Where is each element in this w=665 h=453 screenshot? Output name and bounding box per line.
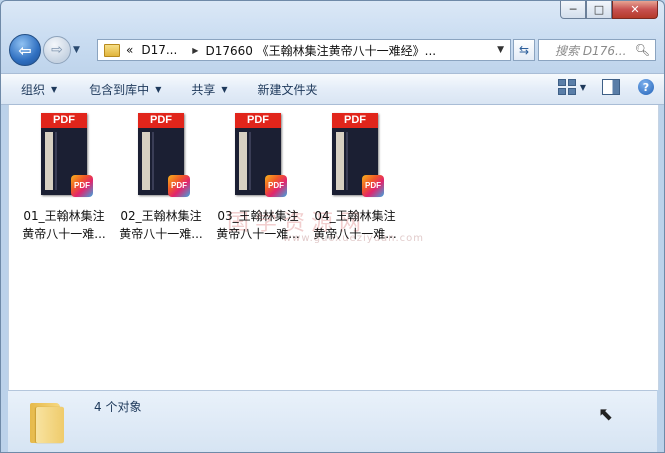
minimize-button[interactable]: ─ — [560, 1, 586, 19]
file-name-line2: 黄帝八十一难... — [216, 227, 300, 241]
nav-buttons: ⇦ ⇨ ▼ — [9, 34, 80, 66]
help-icon[interactable]: ? — [638, 79, 654, 95]
file-name: 01_王翰林集注 黄帝八十一难... — [17, 207, 111, 243]
folder-icon — [104, 43, 120, 57]
pdf-app-badge-icon: PDF — [362, 175, 384, 197]
forward-button[interactable]: ⇨ — [43, 36, 71, 64]
breadcrumb-overflow[interactable]: « — [126, 43, 133, 57]
back-arrow-icon: ⇦ — [18, 40, 32, 60]
chevron-down-icon: ▼ — [155, 84, 162, 94]
file-list[interactable]: 国学资源网 www.guoxueziyuan.com PDF PDF 01_王翰… — [8, 105, 659, 390]
refresh-icon: ⇆ — [518, 43, 530, 57]
pdf-app-badge-icon: PDF — [168, 175, 190, 197]
pdf-file-icon: PDF PDF — [41, 113, 93, 197]
file-name-line1: 04_王翰林集注 — [314, 209, 396, 223]
change-view-icon[interactable] — [557, 79, 576, 95]
explorer-window: ─ □ ✕ ⇦ ⇨ ▼ « D17... ▶ D17660 《王翰林集注黄帝八十… — [0, 0, 665, 453]
pdf-label: PDF — [138, 113, 184, 128]
share-button[interactable]: 共享 ▼ — [173, 81, 239, 98]
file-name: 02_王翰林集注 黄帝八十一难... — [114, 207, 208, 243]
file-item[interactable]: PDF PDF 03_王翰林集注 黄帝八十一难... — [211, 113, 305, 243]
file-name-line1: 02_王翰林集注 — [120, 209, 202, 223]
new-folder-button[interactable]: 新建文件夹 — [240, 81, 330, 98]
breadcrumb-item-current[interactable]: D17660 《王翰林集注黄帝八十一难经》... — [205, 42, 436, 59]
file-item[interactable]: PDF PDF 01_王翰林集注 黄帝八十一难... — [17, 113, 111, 243]
chevron-right-icon[interactable]: ▶ — [192, 46, 198, 55]
file-item[interactable]: PDF PDF 04_王翰林集注 黄帝八十一难... — [308, 113, 402, 243]
file-item[interactable]: PDF PDF 02_王翰林集注 黄帝八十一难... — [114, 113, 208, 243]
forward-arrow-icon: ⇨ — [51, 42, 63, 58]
organize-label: 组织 — [21, 82, 46, 97]
caption-buttons: ─ □ ✕ — [560, 1, 658, 19]
file-name-line2: 黄帝八十一难... — [313, 227, 397, 241]
chevron-down-icon: ▼ — [51, 84, 58, 94]
include-in-library-button[interactable]: 包含到库中 ▼ — [69, 81, 173, 98]
maximize-button[interactable]: □ — [586, 1, 612, 19]
command-bar: 组织 ▼ 包含到库中 ▼ 共享 ▼ 新建文件夹 ▼ ? — [1, 73, 664, 105]
details-pane: 4 个对象 ⬉ — [8, 390, 657, 452]
address-dropdown-icon[interactable]: ▼ — [497, 45, 504, 55]
toolbar-right: ▼ ? — [557, 79, 654, 95]
pdf-label: PDF — [235, 113, 281, 128]
recent-pages-dropdown-icon[interactable]: ▼ — [73, 45, 80, 55]
folder-icon — [30, 399, 64, 443]
view-options-dropdown-icon[interactable]: ▼ — [580, 83, 586, 92]
organize-button[interactable]: 组织 ▼ — [1, 81, 69, 98]
back-button[interactable]: ⇦ — [9, 34, 41, 66]
close-button[interactable]: ✕ — [612, 1, 658, 19]
address-bar[interactable]: « D17... ▶ D17660 《王翰林集注黄帝八十一难经》... ▼ — [97, 39, 511, 61]
file-name: 03_王翰林集注 黄帝八十一难... — [211, 207, 305, 243]
pdf-label: PDF — [332, 113, 378, 128]
mouse-cursor-icon: ⬉ — [598, 404, 614, 425]
pdf-label: PDF — [41, 113, 87, 128]
search-placeholder: 搜索 D176... — [555, 43, 627, 58]
file-name: 04_王翰林集注 黄帝八十一难... — [308, 207, 402, 243]
pdf-app-badge-icon: PDF — [265, 175, 287, 197]
pdf-file-icon: PDF PDF — [332, 113, 384, 197]
file-name-line2: 黄帝八十一难... — [119, 227, 203, 241]
share-label: 共享 — [191, 82, 216, 97]
pdf-app-badge-icon: PDF — [71, 175, 93, 197]
chevron-down-icon: ▼ — [221, 84, 228, 94]
include-in-library-label: 包含到库中 — [89, 82, 150, 97]
refresh-button[interactable]: ⇆ — [513, 39, 535, 61]
search-icon: 🔍︎ — [634, 43, 650, 57]
file-name-line1: 01_王翰林集注 — [23, 209, 105, 223]
pdf-file-icon: PDF PDF — [138, 113, 190, 197]
file-name-line2: 黄帝八十一难... — [22, 227, 106, 241]
search-input[interactable]: 搜索 D176... 🔍︎ — [538, 39, 656, 61]
preview-pane-icon[interactable] — [602, 79, 620, 95]
item-count: 4 个对象 — [94, 400, 142, 414]
file-name-line1: 03_王翰林集注 — [217, 209, 299, 223]
new-folder-label: 新建文件夹 — [257, 82, 318, 97]
breadcrumb-item[interactable]: D17... — [141, 43, 177, 57]
pdf-file-icon: PDF PDF — [235, 113, 287, 197]
